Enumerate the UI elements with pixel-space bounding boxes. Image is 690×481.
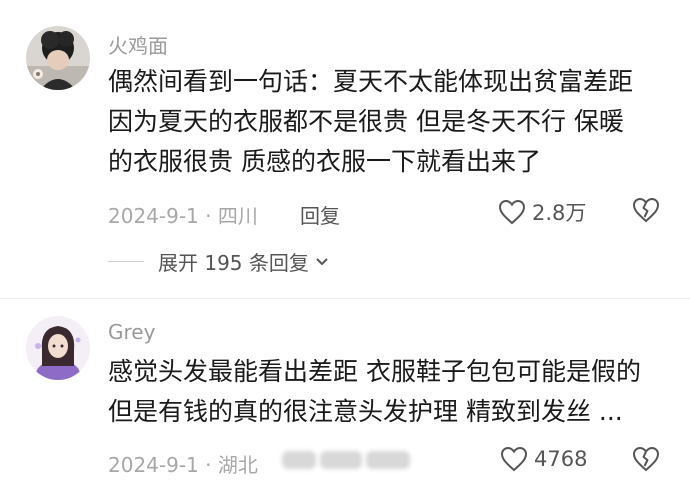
username[interactable]: 火鸡面 (108, 30, 168, 59)
expand-replies[interactable]: 展开 195 条回复 (108, 247, 329, 276)
heart-outline-icon (500, 446, 528, 472)
avatar[interactable] (26, 26, 90, 90)
comment-line: 感觉头发最能看出差距 衣服鞋子包包可能是假的 (108, 357, 641, 386)
date-location: 2024-9-1 · 湖北 (108, 453, 258, 477)
comment-list: 火鸡面 偶然间看到一句话：夏天不太能体现出贫富差距 因为夏天的衣服都不是很贵 但… (0, 0, 690, 481)
comment-line: 偶然间看到一句话：夏天不太能体现出贫富差距 (108, 67, 634, 96)
like-button[interactable]: 4768 (500, 446, 587, 472)
expand-divider (108, 261, 144, 262)
date-location: 2024-9-1 · 四川 (108, 204, 258, 228)
heart-outline-icon (498, 199, 526, 225)
comment-line: 的衣服很贵 质感的衣服一下就看出来了 (108, 147, 541, 176)
dislike-button[interactable] (632, 197, 660, 223)
like-count: 4768 (534, 447, 588, 471)
reply-button[interactable]: 回复 (300, 200, 340, 229)
comment-divider (0, 298, 690, 299)
chevron-down-icon (315, 257, 329, 267)
comment-text: 感觉头发最能看出差距 衣服鞋子包包可能是假的 但是有钱的真的很注意头发护理 精致… (108, 352, 678, 432)
expand-label: 展开 195 条回复 (158, 251, 309, 275)
blurred-content (282, 451, 410, 469)
avatar[interactable] (26, 316, 90, 380)
comment-line: 因为夏天的衣服都不是很贵 但是冬天不行 保暖 (108, 107, 624, 136)
comment-text: 偶然间看到一句话：夏天不太能体现出贫富差距 因为夏天的衣服都不是很贵 但是冬天不… (108, 62, 678, 182)
like-button[interactable]: 2.8万 (498, 197, 586, 227)
broken-heart-icon (632, 197, 660, 223)
dislike-button[interactable] (632, 446, 660, 472)
broken-heart-icon (632, 446, 660, 472)
like-count: 2.8万 (532, 201, 587, 225)
comment-line: 但是有钱的真的很注意头发护理 精致到发丝 ... (108, 397, 623, 426)
username[interactable]: Grey (108, 320, 155, 344)
